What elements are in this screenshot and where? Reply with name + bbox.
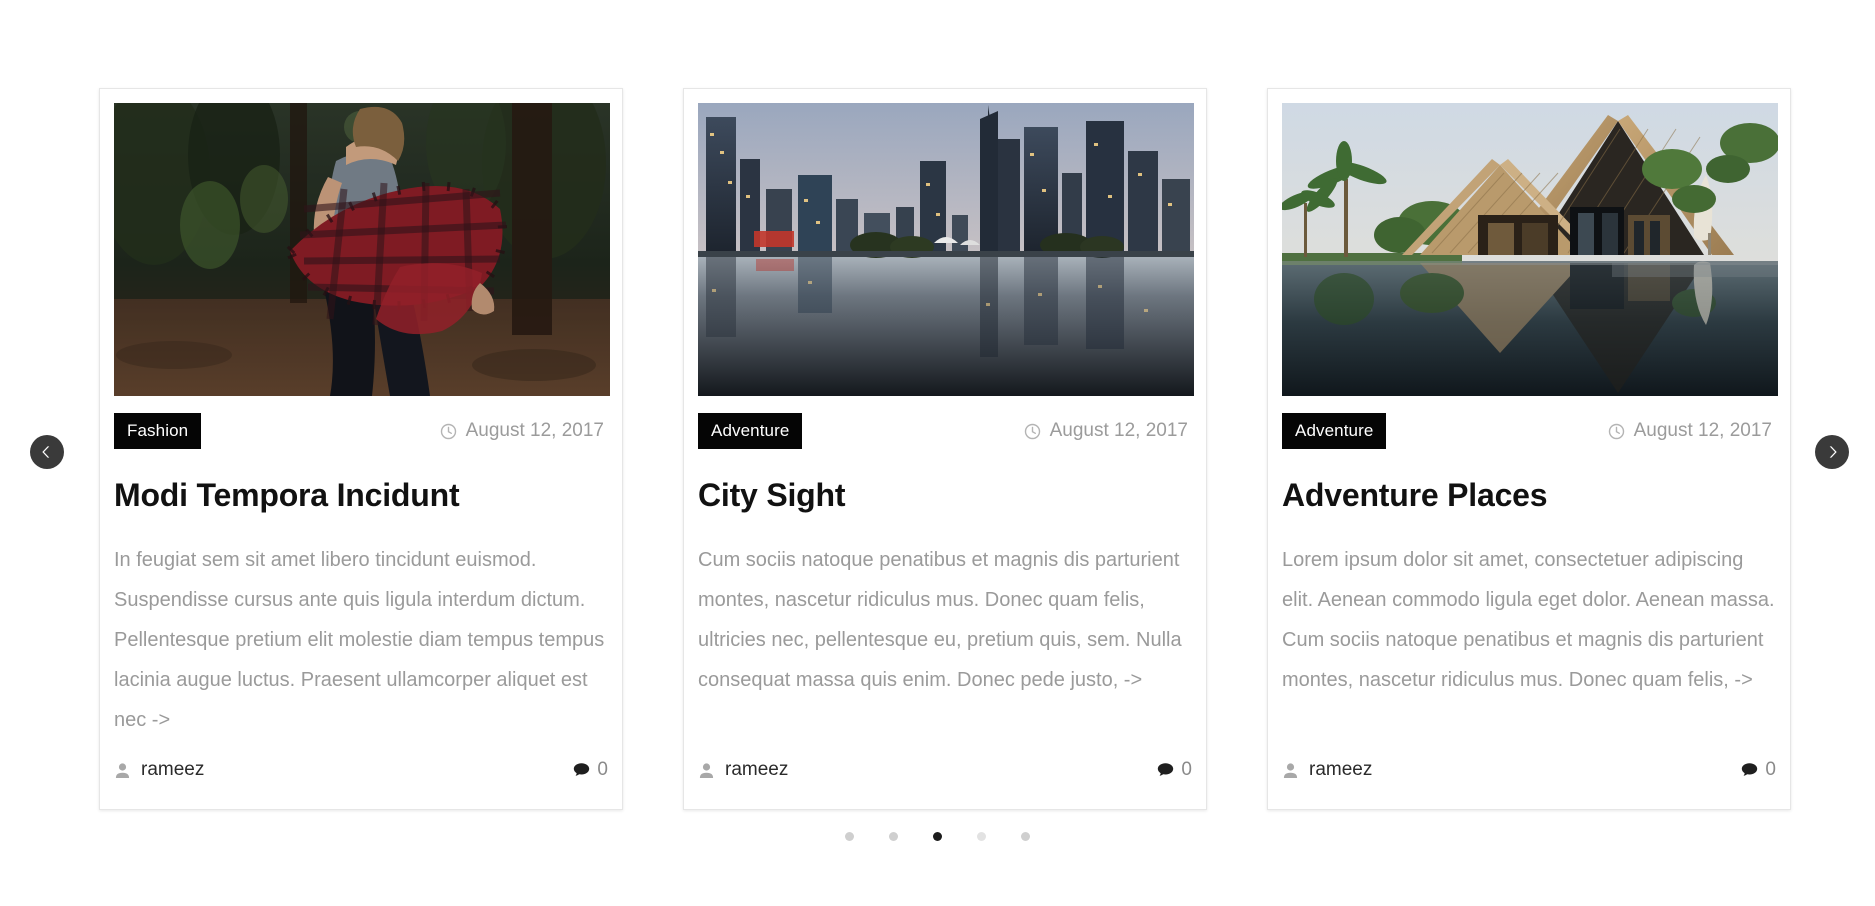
post-carousel: Fashion August 12, 2017 Modi Tempora Inc… bbox=[0, 0, 1875, 906]
forest-fashion-image bbox=[114, 103, 610, 396]
chevron-right-icon bbox=[1823, 443, 1841, 461]
post-comments[interactable]: 0 bbox=[1741, 759, 1776, 781]
post-date: August 12, 2017 bbox=[1608, 420, 1776, 442]
post-date-text: August 12, 2017 bbox=[1633, 420, 1772, 441]
comment-icon bbox=[1741, 762, 1758, 778]
post-meta-row: Adventure August 12, 2017 bbox=[1282, 396, 1776, 460]
tropical-villa-image bbox=[1282, 103, 1778, 396]
pagination-dot[interactable] bbox=[889, 832, 898, 841]
city-skyline-image bbox=[698, 103, 1194, 396]
post-comment-count: 0 bbox=[597, 759, 608, 780]
post-date: August 12, 2017 bbox=[1024, 420, 1192, 442]
category-badge[interactable]: Fashion bbox=[114, 413, 202, 449]
post-author-name: rameez bbox=[725, 759, 789, 780]
clock-icon bbox=[440, 423, 457, 440]
post-comment-count: 0 bbox=[1765, 759, 1776, 780]
post-author[interactable]: rameez bbox=[698, 759, 788, 781]
post-comments[interactable]: 0 bbox=[573, 759, 608, 781]
category-badge[interactable]: Adventure bbox=[1282, 413, 1387, 449]
post-thumbnail[interactable] bbox=[114, 103, 610, 396]
user-icon bbox=[1282, 762, 1299, 779]
clock-icon bbox=[1608, 423, 1625, 440]
post-meta-row: Fashion August 12, 2017 bbox=[114, 396, 608, 460]
clock-icon bbox=[1024, 423, 1041, 440]
post-excerpt: In feugiat sem sit amet libero tincidunt… bbox=[114, 548, 605, 731]
pagination-dot[interactable] bbox=[1021, 832, 1030, 841]
post-date: August 12, 2017 bbox=[440, 420, 608, 442]
pagination-dot[interactable] bbox=[977, 832, 986, 841]
post-thumbnail[interactable] bbox=[698, 103, 1194, 396]
post-title[interactable]: Adventure Places bbox=[1282, 477, 1776, 514]
post-author-name: rameez bbox=[1309, 759, 1373, 780]
post-footer: rameez 0 bbox=[698, 759, 1192, 781]
carousel-pagination bbox=[0, 832, 1875, 841]
carousel-track: Fashion August 12, 2017 Modi Tempora Inc… bbox=[0, 88, 1875, 810]
post-thumbnail[interactable] bbox=[1282, 103, 1778, 396]
post-card[interactable]: Adventure August 12, 2017 Adventure Plac… bbox=[1267, 88, 1791, 810]
post-author[interactable]: rameez bbox=[1282, 759, 1372, 781]
category-badge[interactable]: Adventure bbox=[698, 413, 803, 449]
post-comment-count: 0 bbox=[1181, 759, 1192, 780]
carousel-next-button[interactable] bbox=[1815, 435, 1849, 469]
post-comments[interactable]: 0 bbox=[1157, 759, 1192, 781]
pagination-dot[interactable] bbox=[845, 832, 854, 841]
post-author[interactable]: rameez bbox=[114, 759, 204, 781]
pagination-dot-active[interactable] bbox=[933, 832, 942, 841]
post-title[interactable]: City Sight bbox=[698, 477, 1192, 514]
post-card[interactable]: Adventure August 12, 2017 City Sight Cum… bbox=[683, 88, 1207, 810]
carousel-prev-button[interactable] bbox=[30, 435, 64, 469]
post-excerpt: Lorem ipsum dolor sit amet, consectetuer… bbox=[1282, 548, 1775, 691]
post-date-text: August 12, 2017 bbox=[1049, 420, 1188, 441]
comment-icon bbox=[1157, 762, 1174, 778]
comment-icon bbox=[573, 762, 590, 778]
user-icon bbox=[114, 762, 131, 779]
post-footer: rameez 0 bbox=[114, 759, 608, 781]
chevron-left-icon bbox=[38, 443, 56, 461]
post-title[interactable]: Modi Tempora Incidunt bbox=[114, 477, 608, 514]
post-excerpt: Cum sociis natoque penatibus et magnis d… bbox=[698, 548, 1182, 691]
user-icon bbox=[698, 762, 715, 779]
post-footer: rameez 0 bbox=[1282, 759, 1776, 781]
post-author-name: rameez bbox=[141, 759, 205, 780]
post-meta-row: Adventure August 12, 2017 bbox=[698, 396, 1192, 460]
post-card[interactable]: Fashion August 12, 2017 Modi Tempora Inc… bbox=[99, 88, 623, 810]
post-date-text: August 12, 2017 bbox=[465, 420, 604, 441]
